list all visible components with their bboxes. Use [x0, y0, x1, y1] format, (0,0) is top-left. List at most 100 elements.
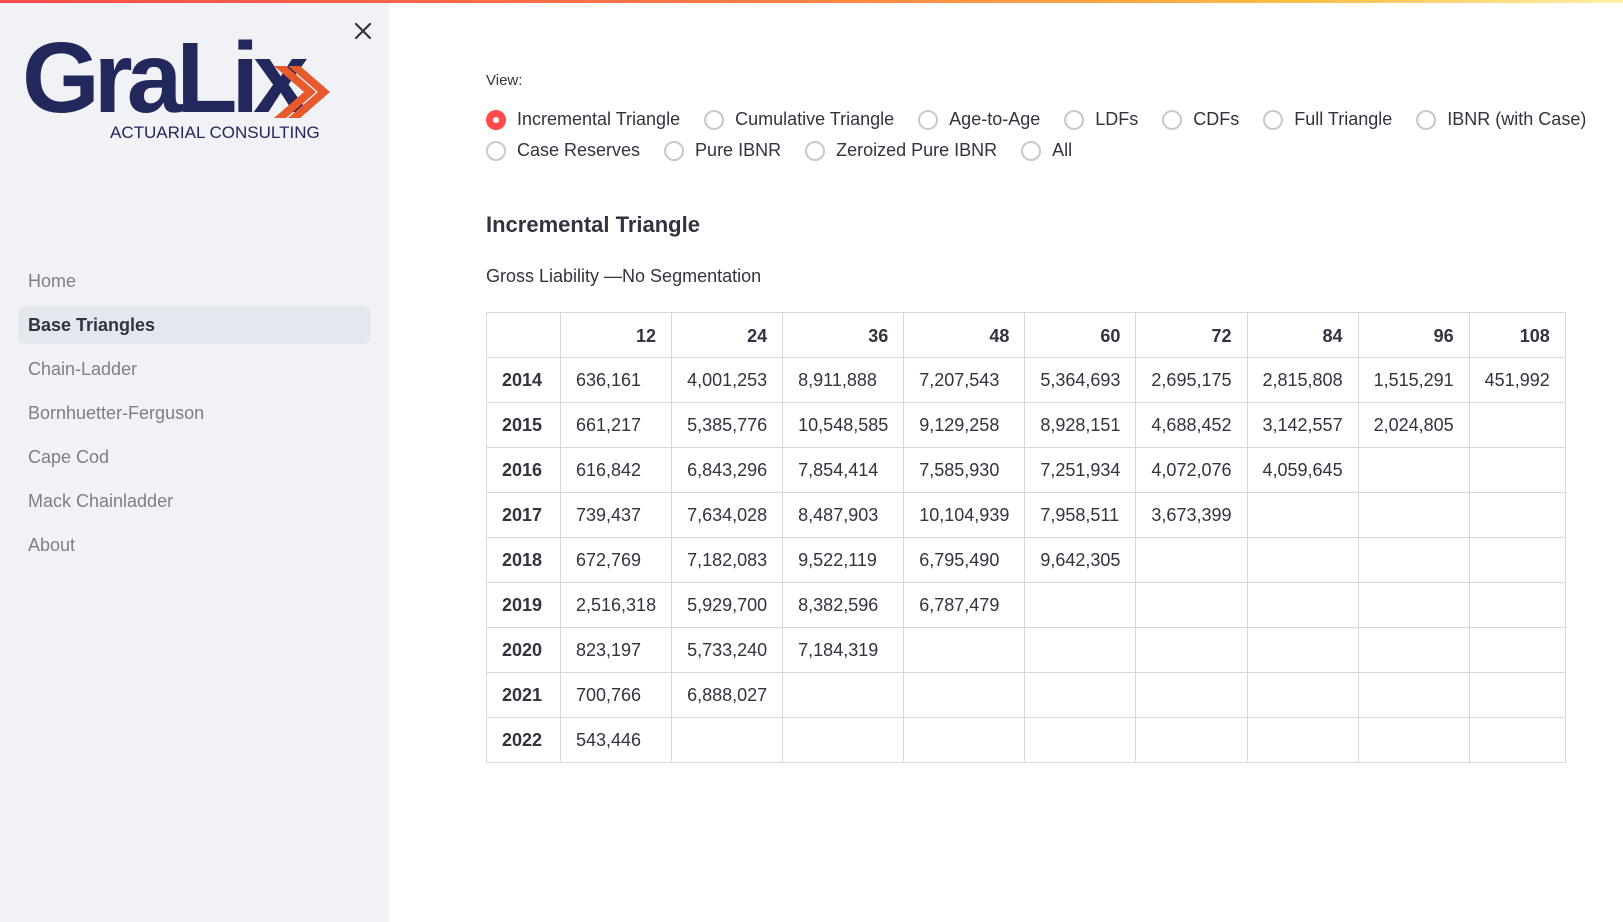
table-cell: 672,769: [559, 537, 673, 583]
table-cell: [1468, 492, 1566, 538]
table-cell: [1468, 537, 1566, 583]
close-sidebar-button[interactable]: [352, 20, 374, 42]
app-root: GraLix ACTUARIAL CONSULTING Home Base Tr…: [0, 0, 1623, 922]
radio-selected-icon: [486, 109, 506, 130]
table-cell: 4,072,076: [1135, 447, 1248, 493]
table-cell: 636,161: [559, 357, 673, 403]
table-body: 2014 636,161 4,001,253 8,911,888 7,207,5…: [486, 357, 1566, 763]
table-cell: [1468, 582, 1566, 628]
column-header: 12: [559, 312, 673, 358]
table-row: 2015 661,217 5,385,776 10,548,585 9,129,…: [486, 402, 1566, 448]
column-header: 84: [1246, 312, 1359, 358]
table-row: 2014 636,161 4,001,253 8,911,888 7,207,5…: [486, 357, 1566, 403]
row-header: 2020: [486, 627, 561, 673]
table-row: 2016 616,842 6,843,296 7,854,414 7,585,9…: [486, 447, 1566, 493]
radio-full-triangle[interactable]: Full Triangle: [1263, 109, 1392, 130]
column-header: 24: [671, 312, 784, 358]
radio-label: Cumulative Triangle: [735, 109, 895, 129]
table-cell: 7,634,028: [671, 492, 784, 538]
table-cell: 6,843,296: [671, 447, 784, 493]
radio-incremental-triangle[interactable]: Incremental Triangle: [486, 109, 680, 130]
sidebar-item-chain-ladder[interactable]: Chain-Ladder: [18, 350, 370, 388]
table-cell: [1468, 402, 1566, 448]
table-row: 2019 2,516,318 5,929,700 8,382,596 6,787…: [486, 582, 1566, 628]
radio-unselected-icon: [704, 109, 725, 130]
table-row: 2017 739,437 7,634,028 8,487,903 10,104,…: [486, 492, 1566, 538]
table-cell: [1246, 582, 1359, 628]
table-cell: [1357, 717, 1470, 763]
header-corner: [486, 312, 561, 358]
table-cell: [903, 672, 1026, 718]
radio-label: Pure IBNR: [695, 140, 782, 160]
row-header: 2017: [486, 492, 561, 538]
radio-cdfs[interactable]: CDFs: [1162, 109, 1239, 130]
table-cell: 5,733,240: [671, 627, 784, 673]
table-cell: 2,695,175: [1135, 357, 1248, 403]
radio-cumulative-triangle[interactable]: Cumulative Triangle: [704, 109, 894, 130]
row-header: 2019: [486, 582, 561, 628]
view-radio-group: Incremental Triangle Cumulative Triangle…: [486, 104, 1586, 166]
row-header: 2016: [486, 447, 561, 493]
row-header: 2018: [486, 537, 561, 583]
table-cell: [1135, 627, 1248, 673]
table-cell: 4,001,253: [671, 357, 784, 403]
row-header: 2022: [486, 717, 561, 763]
radio-label: All: [1052, 140, 1073, 160]
column-header: 36: [782, 312, 905, 358]
table-cell: 10,104,939: [903, 492, 1026, 538]
gralix-logo: GraLix ACTUARIAL CONSULTING: [22, 26, 330, 142]
sidebar-item-mack-chainladder[interactable]: Mack Chainladder: [18, 482, 370, 520]
table-cell: 5,929,700: [671, 582, 784, 628]
table-cell: 6,787,479: [903, 582, 1026, 628]
table-cell: 8,928,151: [1024, 402, 1137, 448]
radio-pure-ibnr[interactable]: Pure IBNR: [664, 140, 781, 161]
row-header: 2014: [486, 357, 561, 403]
radio-ibnr-with-case[interactable]: IBNR (with Case): [1416, 109, 1586, 130]
radio-case-reserves[interactable]: Case Reserves: [486, 140, 640, 161]
table-cell: 616,842: [559, 447, 673, 493]
table-cell: [1357, 582, 1470, 628]
radio-ldfs[interactable]: LDFs: [1064, 109, 1138, 130]
table-row: 2020 823,197 5,733,240 7,184,319: [486, 627, 1566, 673]
table-cell: 7,854,414: [782, 447, 905, 493]
table-cell: 5,364,693: [1024, 357, 1137, 403]
table-cell: [1135, 672, 1248, 718]
table-cell: [1246, 627, 1359, 673]
radio-age-to-age[interactable]: Age-to-Age: [918, 109, 1040, 130]
table-row: 2021 700,766 6,888,027: [486, 672, 1566, 718]
radio-row-1: Incremental Triangle Cumulative Triangle…: [486, 104, 1586, 135]
sidebar-item-cape-cod[interactable]: Cape Cod: [18, 438, 370, 476]
table-cell: 3,673,399: [1135, 492, 1248, 538]
table-cell: 10,548,585: [782, 402, 905, 448]
table-cell: [1468, 672, 1566, 718]
table-row: 2018 672,769 7,182,083 9,522,119 6,795,4…: [486, 537, 1566, 583]
table-cell: [1468, 717, 1566, 763]
sidebar-item-bornhuetter-ferguson[interactable]: Bornhuetter-Ferguson: [18, 394, 370, 432]
table-cell: [1357, 447, 1470, 493]
table-cell: [1357, 627, 1470, 673]
table-cell: 451,992: [1468, 357, 1566, 403]
table-cell: [1357, 492, 1470, 538]
table-cell: 7,182,083: [671, 537, 784, 583]
column-header: 96: [1357, 312, 1470, 358]
sidebar-item-home[interactable]: Home: [18, 262, 370, 300]
table-cell: 2,516,318: [559, 582, 673, 628]
table-cell: 7,184,319: [782, 627, 905, 673]
table-cell: 7,958,511: [1024, 492, 1137, 538]
view-label: View:: [486, 72, 523, 89]
radio-label: Incremental Triangle: [517, 109, 681, 129]
radio-unselected-icon: [1021, 140, 1042, 161]
radio-all[interactable]: All: [1021, 140, 1072, 161]
radio-label: Zeroized Pure IBNR: [836, 140, 998, 160]
sidebar-item-about[interactable]: About: [18, 526, 370, 564]
table-cell: [782, 717, 905, 763]
column-header: 108: [1468, 312, 1566, 358]
radio-zeroized-pure-ibnr[interactable]: Zeroized Pure IBNR: [805, 140, 997, 161]
table-cell: 7,585,930: [903, 447, 1026, 493]
radio-unselected-icon: [1416, 109, 1437, 130]
table-cell: [1135, 582, 1248, 628]
radio-unselected-icon: [918, 109, 939, 130]
sidebar-item-base-triangles[interactable]: Base Triangles: [18, 306, 370, 344]
radio-unselected-icon: [1064, 109, 1085, 130]
radio-unselected-icon: [486, 140, 506, 161]
